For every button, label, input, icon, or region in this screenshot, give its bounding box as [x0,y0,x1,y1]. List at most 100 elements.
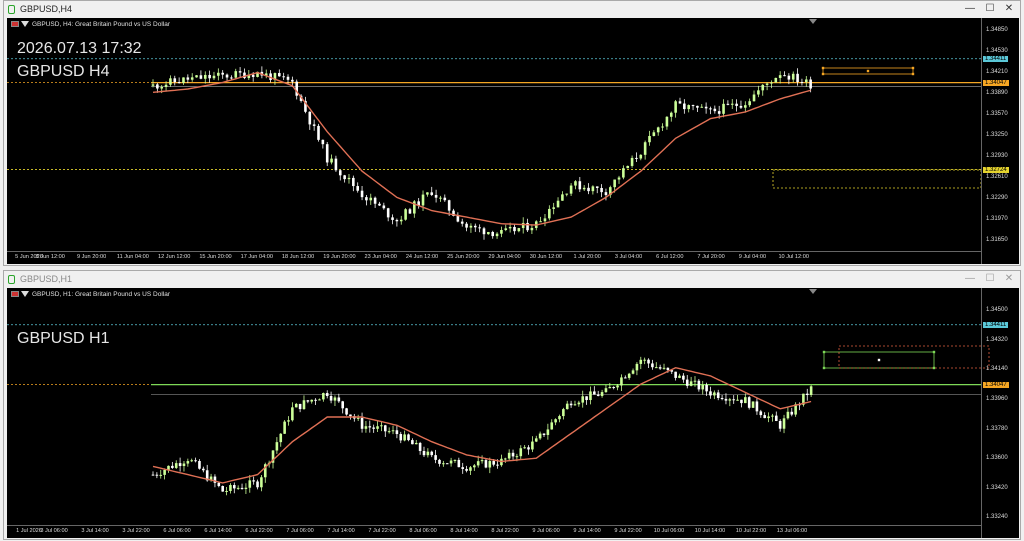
price-tick-label: 1.34210 [986,68,1008,75]
candle-body [456,215,460,222]
bid-price-tag: 1.34047 [983,79,1009,86]
h1-candlestick-chart[interactable] [7,288,1019,538]
rectangle-handle-dot [911,66,915,70]
candle-body [391,217,394,220]
chart-window-icon [8,275,15,284]
candle-body [809,79,812,89]
candle-body [561,194,564,201]
candle-body [478,227,481,229]
candle-body [177,82,181,84]
candle-body [697,380,701,390]
candle-body [329,395,333,401]
h1-titlebar[interactable]: GBPUSD,H1 — ☐ ✕ [4,271,1020,288]
candle-body [747,397,751,408]
time-tick-label: 9 Jun 20:00 [76,254,107,260]
candle-body [767,416,770,419]
candle-body [548,208,551,219]
candle-body [790,411,794,415]
candle-body [759,411,763,416]
uk-flag-icon [11,291,19,298]
candle-body [687,105,690,110]
candle-body [469,225,473,228]
time-tick-label: 10 Jul 14:00 [694,528,726,534]
h1-chart-header: GBPUSD, H1: Great Britain Pound vs US Do… [11,291,170,298]
candle-body [539,221,542,223]
candle-body [156,84,159,89]
h4-chart-area[interactable]: GBPUSD, H4: Great Britain Pound vs US Do… [7,18,1019,264]
h4-window-title: GBPUSD,H4 [20,4,73,14]
candle-body [543,218,547,222]
close-button[interactable]: ✕ [1001,2,1017,16]
h1-chart-area[interactable]: GBPUSD, H1: Great Britain Pound vs US Do… [7,288,1019,538]
candle-body [786,411,790,419]
candle-body [287,420,290,422]
candle-body [705,384,708,392]
h4-titlebar[interactable]: GBPUSD,H4 — ☐ ✕ [4,1,1020,18]
rectangle-handle-dot [822,366,826,370]
candle-body [349,414,352,417]
candle-body [395,430,399,435]
candle-body [622,168,625,178]
time-tick-label: 23 Jun 04:00 [364,254,397,260]
chart-shift-marker-icon[interactable] [809,289,817,294]
candle-body [408,209,412,214]
candle-body [612,387,615,389]
chart-menu-icon[interactable] [21,291,29,298]
candle-body [445,463,449,465]
candle-body [443,197,447,201]
close-button[interactable]: ✕ [1001,272,1017,286]
minimize-button[interactable]: — [962,2,978,16]
candle-body [473,225,477,228]
candle-body [217,72,220,76]
candle-body [395,219,399,222]
candle-body [317,125,320,140]
candle-body [508,226,512,229]
price-tick-label: 1.33570 [986,110,1008,117]
candle-body [341,401,344,409]
h4-chart-window[interactable]: GBPUSD,H4 — ☐ ✕ GBPUSD, H4: Great Britai… [3,0,1021,266]
candle-body [744,397,747,404]
rectangle-handle-dot [822,350,826,354]
maximize-button[interactable]: ☐ [982,2,998,16]
candle-body [465,468,468,471]
chart-menu-icon[interactable] [21,21,29,28]
h1-time-scale[interactable]: 1 Jul 2026 3 Jul 06:00 3 Jul 14:00 3 Jul 22… [7,525,981,538]
candle-body [757,90,760,95]
candle-body [208,74,211,79]
candle-body [198,460,201,469]
candle-body [325,393,329,396]
candle-body [234,71,238,78]
candle-body [716,392,720,398]
price-tick-label: 1.34320 [986,336,1008,343]
h4-time-scale[interactable]: 5 Jun 2026 8 Jun 12:00 9 Jun 20:00 11 Jun 0… [7,251,981,264]
candle-body [791,73,795,80]
drawn-rectangle [772,169,982,189]
candle-body [720,397,724,399]
candle-body [256,481,259,488]
candle-body [333,397,337,401]
time-tick-label: 3 Jul 22:00 [122,528,150,534]
candle-body [302,400,306,410]
candle-body [740,399,743,404]
h1-chart-window[interactable]: GBPUSD,H1 — ☐ ✕ GBPUSD, H1: Great Britai… [3,270,1021,540]
candle-body [691,105,695,107]
time-tick-label: 6 Jul 14:00 [204,528,232,534]
candle-body [736,399,739,401]
candle-body [399,434,403,441]
candle-body [783,75,786,77]
candle-body [236,487,240,489]
h1-price-scale[interactable]: 1.34500 1.34320 1.34140 1.33960 1.33780 1.336… [981,288,1019,538]
minimize-button[interactable]: — [962,272,978,286]
candle-body [434,455,437,460]
candle-body [421,194,425,206]
time-tick-label: 13 Jul 06:00 [776,528,808,534]
chart-shift-marker-icon[interactable] [809,19,817,24]
maximize-button[interactable]: ☐ [982,272,998,286]
h4-price-scale[interactable]: 1.34850 1.34530 1.34210 1.33890 1.33570 1.332… [981,18,1019,264]
h4-candlestick-chart[interactable] [7,18,1019,264]
price-tick-label: 1.33240 [986,514,1008,521]
candle-body [457,459,461,468]
candle-body [173,78,177,83]
candle-body [414,442,418,445]
candle-body [744,105,747,108]
